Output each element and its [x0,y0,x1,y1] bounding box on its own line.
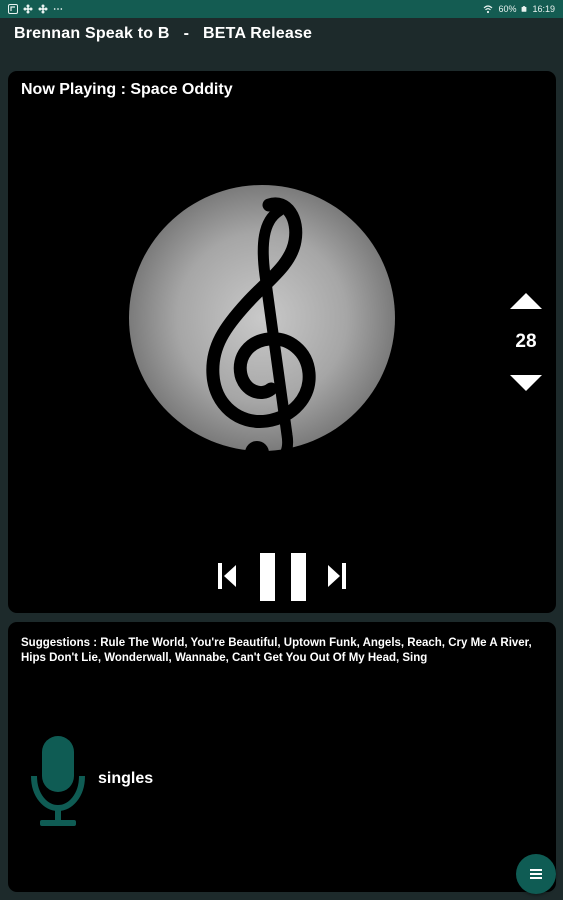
app-notification-icon [8,4,18,14]
volume-up-button[interactable] [508,291,544,311]
battery-percent: 60% [498,4,517,14]
status-left [8,4,63,14]
status-bar: 60% 16:19 [0,0,563,18]
now-playing-label: Now Playing : Space Oddity [21,81,233,98]
suggestions-card: Suggestions : Rule The World, You're Bea… [8,622,556,892]
now-playing-card: Now Playing : Space Oddity 28 [8,71,556,613]
menu-icon [530,869,542,879]
more-dots-icon [53,8,63,10]
flower-icon [38,4,48,14]
volume-down-button[interactable] [508,373,544,393]
suggestions-text: Suggestions : Rule The World, You're Bea… [21,637,532,664]
recognized-speech-text: singles [98,770,154,787]
status-right: 60% 16:19 [483,4,555,14]
battery-icon [522,6,527,12]
clock: 16:19 [532,4,555,14]
album-art [129,185,395,451]
microphone-icon[interactable] [30,736,86,828]
menu-button[interactable] [516,854,556,894]
pause-icon[interactable] [260,553,306,601]
next-icon[interactable] [326,563,346,589]
volume-value: 28 [515,331,537,352]
app-title: Brennan Speak to B - BETA Release [14,25,313,42]
previous-icon[interactable] [218,563,238,589]
flower-icon [23,4,33,14]
wifi-icon [484,5,493,14]
treble-clef-icon [206,197,316,451]
playback-controls [8,549,556,609]
